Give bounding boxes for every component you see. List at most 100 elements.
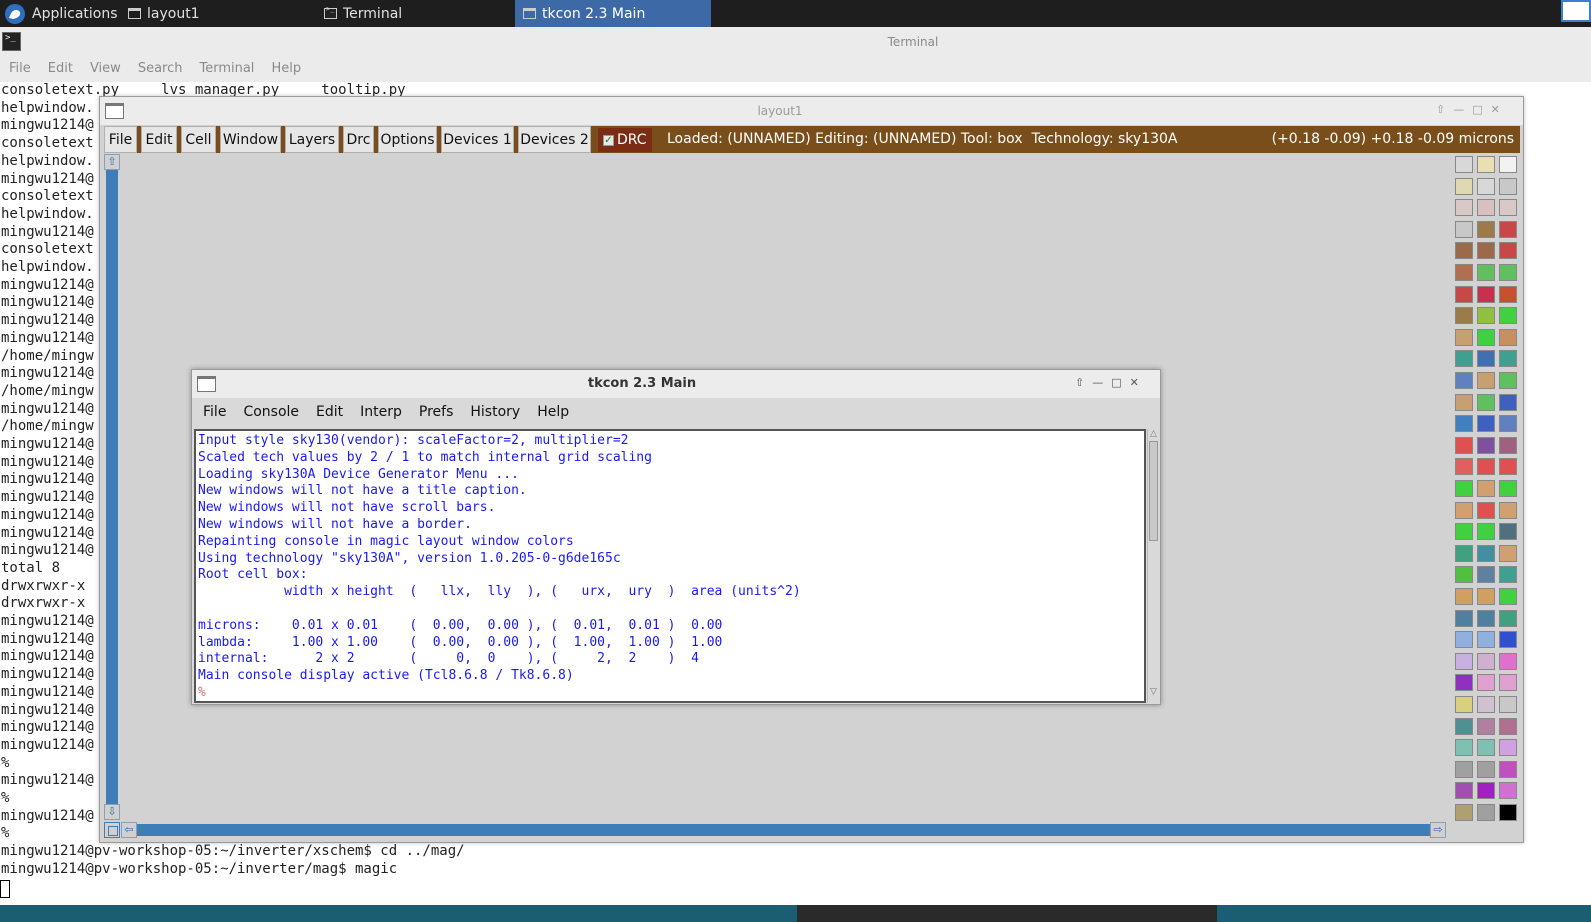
scroll-up-icon[interactable]: ⇧ [104, 154, 120, 170]
maximize-icon[interactable]: □ [1472, 103, 1482, 116]
layer-swatch[interactable] [1499, 458, 1517, 476]
tkcon-menu-help[interactable]: Help [528, 399, 577, 427]
close-icon[interactable]: ✕ [1130, 376, 1139, 389]
tkcon-menu-prefs[interactable]: Prefs [410, 399, 461, 427]
layer-swatch[interactable] [1477, 285, 1495, 303]
layer-swatch[interactable] [1499, 501, 1517, 519]
minimize-icon[interactable]: — [1453, 103, 1464, 116]
tkcon-scrollbar[interactable]: △ ▽ [1147, 429, 1159, 703]
scroll-down-icon[interactable]: ⇩ [104, 804, 120, 820]
layer-swatch[interactable] [1477, 480, 1495, 497]
layer-swatch[interactable] [1499, 415, 1517, 433]
terminal-menu-view[interactable]: View [81, 58, 129, 82]
minimize-icon[interactable]: — [1092, 376, 1103, 389]
layer-swatch[interactable] [1499, 782, 1517, 800]
layer-swatch[interactable] [1455, 177, 1473, 195]
layer-swatch[interactable] [1455, 264, 1473, 281]
layer-swatch[interactable] [1455, 804, 1473, 821]
layer-swatch[interactable] [1455, 372, 1473, 389]
layout-menu-file[interactable]: File [104, 126, 137, 153]
terminal-menu-edit[interactable]: Edit [39, 58, 81, 82]
layer-swatch[interactable] [1499, 609, 1517, 627]
layer-swatch[interactable] [1455, 199, 1473, 217]
layer-swatch[interactable] [1477, 156, 1495, 173]
layer-swatch[interactable] [1455, 652, 1473, 670]
layer-swatch[interactable] [1477, 458, 1495, 476]
scroll-down-icon[interactable]: ▽ [1148, 687, 1159, 697]
layer-swatch[interactable] [1499, 199, 1517, 217]
layer-swatch[interactable] [1477, 307, 1495, 325]
terminal-menu-file[interactable]: File [0, 58, 39, 82]
scroll-left-icon[interactable]: ⇦ [121, 822, 137, 838]
layer-swatch[interactable] [1477, 588, 1495, 605]
layer-swatch[interactable] [1455, 588, 1473, 605]
layer-swatch[interactable] [1477, 264, 1495, 281]
layer-swatch[interactable] [1455, 501, 1473, 519]
shade-icon[interactable]: ⇧ [1436, 103, 1445, 116]
layer-swatch[interactable] [1477, 652, 1495, 670]
layer-swatch[interactable] [1499, 350, 1517, 368]
layer-swatch[interactable] [1499, 480, 1517, 497]
layer-swatch[interactable] [1499, 285, 1517, 303]
layer-swatch[interactable] [1455, 696, 1473, 713]
tkcon-menu-history[interactable]: History [461, 399, 528, 427]
layer-swatch[interactable] [1477, 199, 1495, 217]
layer-swatch[interactable] [1455, 739, 1473, 757]
layout-menu-window[interactable]: Window [220, 126, 281, 153]
layer-swatch[interactable] [1499, 328, 1517, 346]
applications-menu[interactable]: Applications [0, 0, 118, 27]
layer-swatch[interactable] [1477, 566, 1495, 584]
layer-swatch[interactable] [1455, 544, 1473, 562]
layer-swatch[interactable] [1455, 566, 1473, 584]
layer-swatch[interactable] [1477, 328, 1495, 346]
layer-swatch[interactable] [1499, 264, 1517, 281]
layer-swatch[interactable] [1477, 242, 1495, 260]
layer-swatch[interactable] [1455, 436, 1473, 454]
layer-swatch[interactable] [1499, 804, 1517, 821]
layer-swatch[interactable] [1499, 307, 1517, 325]
layer-swatch[interactable] [1455, 631, 1473, 649]
layer-swatch[interactable] [1455, 220, 1473, 238]
tkcon-titlebar[interactable]: tkcon 2.3 Main ⇧ — □ ✕ [192, 370, 1160, 398]
layout-menu-devices-2[interactable]: Devices 2 [518, 126, 591, 153]
layer-swatch[interactable] [1477, 372, 1495, 389]
layer-swatch[interactable] [1499, 760, 1517, 778]
layer-swatch[interactable] [1455, 242, 1473, 260]
task-terminal[interactable]: Terminal [316, 0, 512, 27]
scroll-right-icon[interactable]: ⇨ [1430, 822, 1446, 838]
layout-menu-drc[interactable]: Drc [343, 126, 374, 153]
tkcon-menu-file[interactable]: File [193, 399, 234, 427]
layout-menu-edit[interactable]: Edit [141, 126, 177, 153]
close-icon[interactable]: ✕ [1491, 103, 1500, 116]
layer-swatch[interactable] [1499, 588, 1517, 605]
layer-swatch[interactable] [1499, 566, 1517, 584]
layer-swatch[interactable] [1499, 372, 1517, 389]
show-desktop-button[interactable] [1561, 0, 1591, 22]
layer-swatch[interactable] [1499, 652, 1517, 670]
layer-swatch[interactable] [1477, 436, 1495, 454]
layout-menu-devices-1[interactable]: Devices 1 [441, 126, 514, 153]
layer-swatch[interactable] [1455, 717, 1473, 735]
layer-swatch[interactable] [1477, 609, 1495, 627]
layout-menu-options[interactable]: Options [378, 126, 437, 153]
layout-menu-layers[interactable]: Layers [285, 126, 339, 153]
layer-swatch[interactable] [1477, 696, 1495, 713]
vertical-scrollbar[interactable]: ⇧ ⇩ [104, 154, 120, 820]
layer-swatch[interactable] [1499, 696, 1517, 713]
layer-swatch[interactable] [1499, 739, 1517, 757]
layer-swatch[interactable] [1499, 544, 1517, 562]
terminal-menu-terminal[interactable]: Terminal [190, 58, 262, 82]
layer-swatch[interactable] [1477, 544, 1495, 562]
layer-swatch[interactable] [1499, 156, 1517, 173]
horizontal-scroll-track[interactable] [137, 824, 1430, 836]
layer-swatch[interactable] [1455, 609, 1473, 627]
layer-swatch[interactable] [1455, 350, 1473, 368]
layout-titlebar[interactable]: layout1 ⇧ — □ ✕ [100, 97, 1523, 125]
layer-swatch[interactable] [1477, 220, 1495, 238]
task-layout1[interactable]: layout1 [120, 0, 316, 27]
layer-swatch[interactable] [1477, 760, 1495, 778]
tkcon-menu-interp[interactable]: Interp [351, 399, 410, 427]
vertical-scroll-track[interactable] [106, 170, 118, 804]
layer-swatch[interactable] [1477, 415, 1495, 433]
zoom-box-button[interactable] [104, 822, 120, 838]
